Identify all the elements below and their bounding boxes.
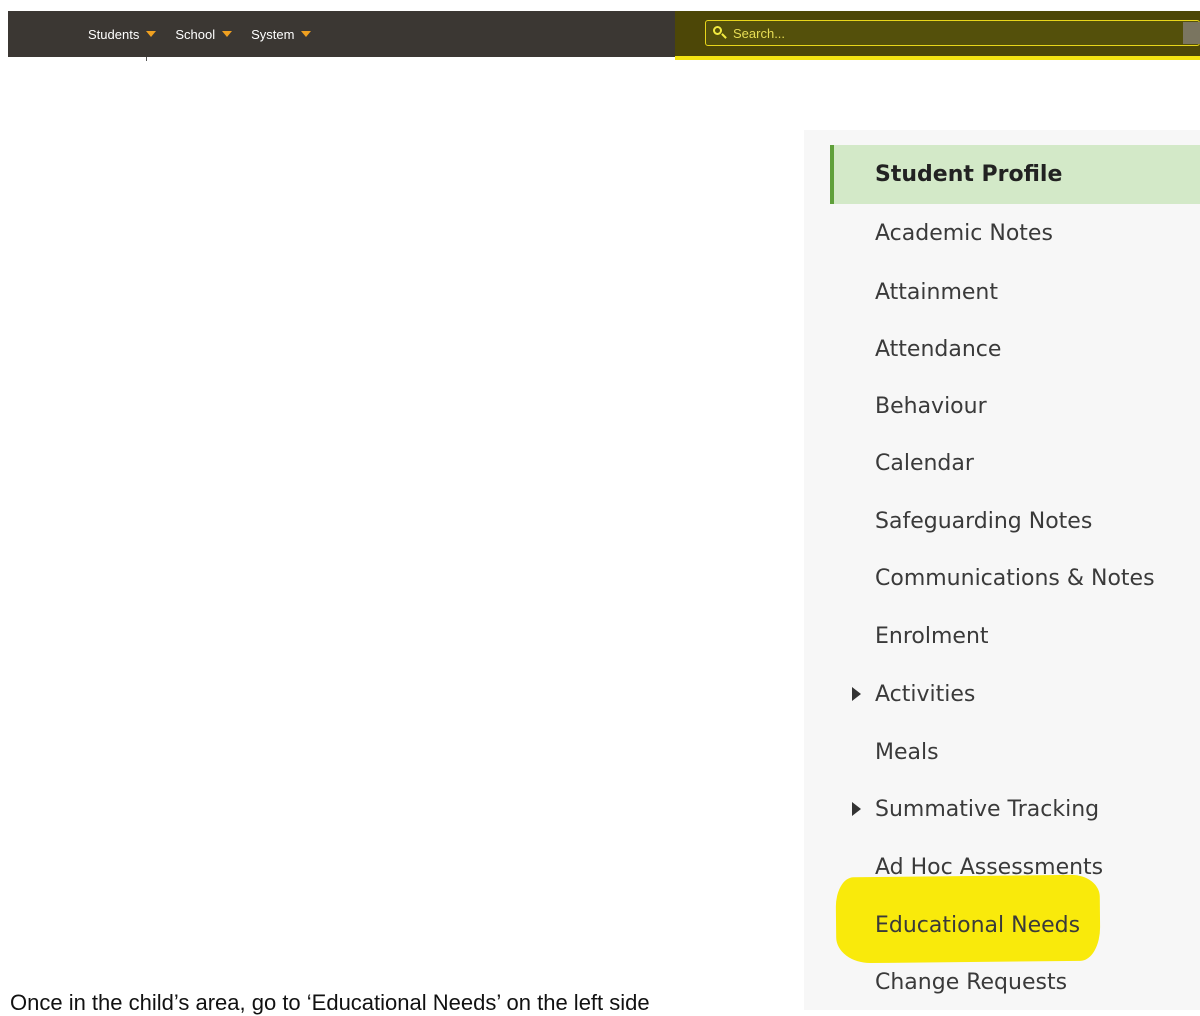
sidebar-item-enrolment[interactable]: Enrolment bbox=[830, 608, 1200, 664]
sidebar-item-meals[interactable]: Meals bbox=[830, 724, 1200, 780]
sidebar-item-label: Change Requests bbox=[875, 969, 1068, 995]
search-button[interactable] bbox=[1183, 22, 1200, 44]
sidebar-item-summative-tracking[interactable]: Summative Tracking bbox=[830, 781, 1200, 837]
sidebar-item-label: Educational Needs bbox=[875, 912, 1081, 938]
sidebar-item-label: Attainment bbox=[875, 279, 998, 305]
menu-students[interactable]: Students bbox=[88, 26, 157, 42]
sidebar-item-attendance[interactable]: Attendance bbox=[830, 321, 1200, 377]
caret-down-icon bbox=[146, 31, 157, 37]
sidebar-item-label: Attendance bbox=[875, 336, 1002, 362]
sidebar-item-label: Communications & Notes bbox=[875, 565, 1155, 591]
menu-system[interactable]: System bbox=[251, 26, 312, 42]
sidebar-item-label: Meals bbox=[875, 739, 939, 765]
menu-school[interactable]: School bbox=[175, 26, 233, 42]
sidebar-item-label: Summative Tracking bbox=[875, 796, 1100, 822]
menu-students-label: Students bbox=[88, 26, 140, 42]
expand-arrow-icon[interactable] bbox=[852, 687, 861, 701]
menu-school-label: School bbox=[175, 26, 216, 42]
sidebar-item-change-requests[interactable]: Change Requests bbox=[830, 954, 1200, 1010]
caret-down-icon bbox=[301, 31, 312, 37]
sidebar-item-student-profile[interactable]: Student Profile bbox=[830, 145, 1200, 204]
search-box[interactable] bbox=[705, 20, 1200, 46]
sidebar-item-label: Behaviour bbox=[875, 393, 987, 419]
sidebar-item-label: Calendar bbox=[875, 450, 974, 476]
nav-divider bbox=[146, 57, 147, 61]
expand-arrow-icon[interactable] bbox=[852, 802, 861, 816]
search-icon bbox=[713, 26, 727, 40]
sidebar-item-educational-needs[interactable]: Educational Needs bbox=[830, 897, 1200, 953]
search-input[interactable] bbox=[733, 25, 1163, 41]
sidebar-item-label: Enrolment bbox=[875, 623, 989, 649]
sidebar-item-label: Safeguarding Notes bbox=[875, 508, 1093, 534]
main-menu: Students School System bbox=[88, 11, 312, 57]
sidebar-item-label: Ad Hoc Assessments bbox=[875, 854, 1104, 880]
sidebar-item-safeguarding-notes[interactable]: Safeguarding Notes bbox=[830, 493, 1200, 549]
sidebar-item-label: Student Profile bbox=[875, 162, 1063, 187]
sidebar-item-label: Academic Notes bbox=[875, 220, 1053, 246]
sidebar-item-label: Activities bbox=[875, 681, 976, 707]
sidebar-item-calendar[interactable]: Calendar bbox=[830, 435, 1200, 491]
sidebar-item-activities[interactable]: Activities bbox=[830, 666, 1200, 722]
sidebar-item-attainment[interactable]: Attainment bbox=[830, 264, 1200, 320]
sidebar-item-behaviour[interactable]: Behaviour bbox=[830, 378, 1200, 434]
caret-down-icon bbox=[222, 31, 233, 37]
instruction-caption: Once in the child’s area, go to ‘Educati… bbox=[10, 990, 650, 1015]
sidebar-item-academic-notes[interactable]: Academic Notes bbox=[830, 205, 1200, 261]
sidebar-item-communications-notes[interactable]: Communications & Notes bbox=[830, 550, 1200, 606]
sidebar-item-ad-hoc-assessments[interactable]: Ad Hoc Assessments bbox=[830, 839, 1200, 895]
menu-system-label: System bbox=[251, 26, 295, 42]
